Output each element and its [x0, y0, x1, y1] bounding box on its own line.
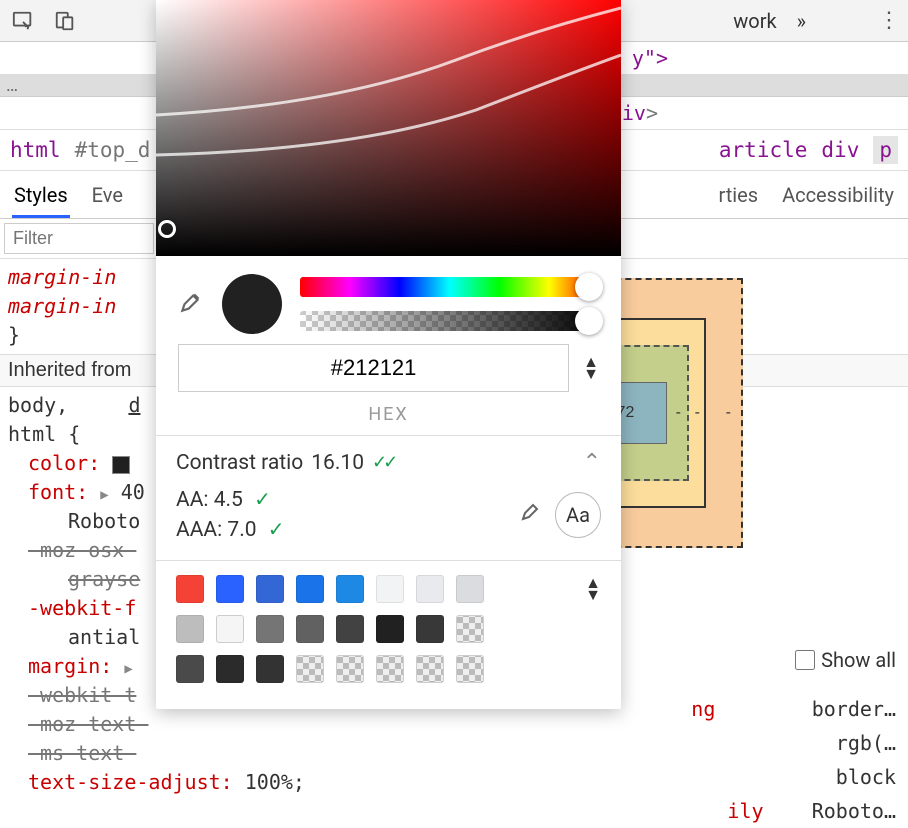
contrast-section: Contrast ratio 16.10 ✓✓ ⌃ AA: 4.5 ✓ AAA:…	[156, 435, 621, 560]
double-check-icon: ✓✓	[372, 452, 394, 473]
prop-webkit-font[interactable]: -webkit-f	[28, 596, 136, 620]
palette-swatch[interactable]	[456, 575, 484, 603]
palette-swatch[interactable]	[296, 575, 324, 603]
selector-html[interactable]: html {	[8, 422, 80, 446]
palette-row-3	[176, 655, 601, 683]
palette-swatch[interactable]	[176, 575, 204, 603]
palette-row-2	[176, 615, 601, 643]
prop-margin-inline-1[interactable]: margin-in	[8, 265, 116, 289]
sv-handle[interactable]	[158, 220, 176, 238]
contrast-value: 16.10	[311, 451, 364, 475]
prop-webkit-text[interactable]: -webkit-t	[28, 683, 136, 707]
crumb-div[interactable]: div	[821, 138, 859, 162]
tab-overflow-icon[interactable]: »	[797, 9, 806, 33]
current-color-swatch	[222, 274, 282, 334]
prop-text-size-adjust[interactable]: text-size-adjust:	[28, 770, 233, 794]
prop-moz-text[interactable]: -moz-text-	[28, 712, 148, 736]
hex-label: HEX	[156, 404, 621, 435]
kebab-menu-icon[interactable]: ⋮	[878, 8, 900, 33]
palette-row-1: ▲▼	[176, 575, 601, 603]
palette-swatch[interactable]	[456, 615, 484, 643]
check-icon-2: ✓	[268, 517, 285, 541]
tab-accessibility[interactable]: Accessibility	[780, 179, 896, 218]
expand-arrow-icon[interactable]: ▶	[100, 487, 108, 503]
crumb-article[interactable]: article	[719, 138, 808, 162]
crumb-p[interactable]: p	[873, 136, 898, 164]
hex-input[interactable]	[178, 344, 569, 392]
palette-swatch[interactable]	[416, 615, 444, 643]
filter-input[interactable]	[4, 223, 154, 254]
tab-network-partial[interactable]: work	[733, 9, 776, 33]
color-picker: ▲▼ HEX Contrast ratio 16.10 ✓✓ ⌃ AA: 4.5…	[156, 0, 621, 709]
check-icon: ✓	[254, 487, 271, 511]
hue-handle[interactable]	[575, 273, 603, 301]
chevron-up-icon[interactable]: ⌃	[583, 450, 601, 475]
tab-event-listeners[interactable]: Eve	[90, 179, 125, 218]
expand-arrow-icon-2[interactable]: ▶	[124, 661, 132, 677]
palette-swatch[interactable]	[336, 615, 364, 643]
palette-swatch[interactable]	[336, 655, 364, 683]
show-all-checkbox[interactable]	[795, 650, 815, 670]
crumb-top[interactable]: #top_d	[75, 138, 151, 162]
bg-eyedropper-icon[interactable]	[519, 499, 543, 532]
prop-ms-text[interactable]: -ms-text-	[28, 741, 136, 765]
palette-swatch[interactable]	[176, 615, 204, 643]
computed-list: ng border… rgb(… block ily Roboto…	[596, 692, 896, 828]
format-toggle-icon[interactable]: ▲▼	[583, 358, 599, 378]
palette-swatch[interactable]	[296, 615, 324, 643]
prop-margin-inline-2[interactable]: margin-in	[8, 294, 116, 318]
inspect-icon[interactable]	[8, 6, 38, 36]
palette-swatch[interactable]	[256, 575, 284, 603]
prop-margin[interactable]: margin:	[28, 654, 112, 678]
selector-body[interactable]: body,	[8, 393, 68, 417]
saturation-value-area[interactable]	[156, 0, 621, 256]
palette-swatch[interactable]	[216, 655, 244, 683]
crumb-html[interactable]: html	[10, 138, 61, 162]
tab-properties[interactable]: rties	[716, 179, 760, 218]
palette-swatch[interactable]	[416, 655, 444, 683]
palette-swatch[interactable]	[216, 575, 244, 603]
palette-swatch[interactable]	[296, 655, 324, 683]
prop-font[interactable]: font:	[28, 480, 88, 504]
prop-moz-osx[interactable]: -moz-osx-	[28, 538, 136, 562]
palette-swatch[interactable]	[256, 655, 284, 683]
palette-swatch[interactable]	[456, 655, 484, 683]
show-all-label: Show all	[821, 648, 896, 672]
aa-preview[interactable]: Aa	[555, 492, 601, 538]
tab-styles[interactable]: Styles	[12, 179, 70, 218]
palette-swatch[interactable]	[376, 655, 404, 683]
palette-section: ▲▼	[156, 560, 621, 709]
palette-swatch[interactable]	[376, 615, 404, 643]
device-toggle-icon[interactable]	[50, 6, 80, 36]
palette-cycle-icon[interactable]: ▲▼	[585, 579, 601, 599]
alpha-handle[interactable]	[575, 307, 603, 335]
palette-swatch[interactable]	[416, 575, 444, 603]
eyedropper-icon[interactable]	[178, 289, 204, 320]
palette-swatch[interactable]	[176, 655, 204, 683]
show-all-row: Show all	[795, 648, 896, 672]
palette-swatch[interactable]	[376, 575, 404, 603]
color-swatch-icon[interactable]	[112, 456, 130, 474]
palette-swatch[interactable]	[216, 615, 244, 643]
palette-swatch[interactable]	[336, 575, 364, 603]
hue-slider[interactable]	[300, 277, 599, 297]
alpha-slider[interactable]	[300, 311, 599, 331]
palette-swatch[interactable]	[256, 615, 284, 643]
contrast-label: Contrast ratio	[176, 451, 303, 475]
prop-color[interactable]: color:	[28, 451, 100, 475]
